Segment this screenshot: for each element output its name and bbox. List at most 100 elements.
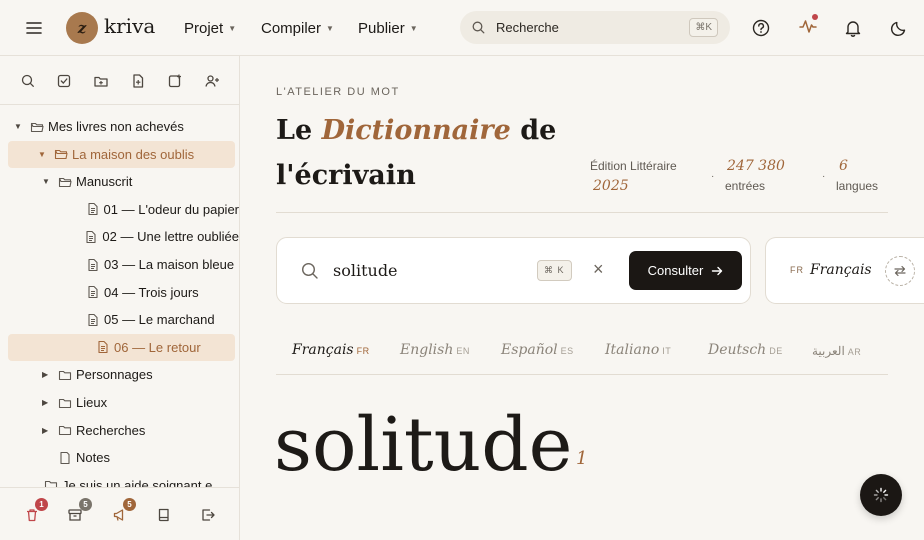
folder-plus-icon[interactable]	[93, 73, 109, 89]
search-icon	[301, 262, 319, 280]
tree-item-doc[interactable]: 05 — Le marchand	[0, 306, 239, 333]
archive-count-badge: 5	[79, 498, 92, 511]
note-plus-icon[interactable]	[167, 73, 183, 89]
tree-item-folder[interactable]: ▶ Recherches	[0, 417, 239, 444]
chevron-down-icon: ▼	[409, 24, 418, 33]
document-icon	[86, 313, 100, 327]
ai-assistant-fab[interactable]	[860, 474, 902, 516]
caret-down-icon[interactable]: ▼	[42, 177, 52, 186]
caret-down-icon[interactable]: ▼	[14, 122, 24, 131]
swap-languages-icon[interactable]	[885, 256, 915, 286]
book-icon[interactable]	[156, 507, 172, 523]
tree-item-folder[interactable]: ▶ Personnages	[0, 361, 239, 388]
folder-icon	[58, 396, 72, 410]
folder-icon	[58, 423, 72, 437]
tab-english[interactable]: English EN	[400, 342, 470, 358]
tab-italiano[interactable]: Italiano IT	[605, 342, 671, 358]
lookup-input[interactable]: solitude	[333, 261, 398, 280]
tree-item-label: 06 — Le retour	[114, 339, 201, 355]
search-shortcut-key: ⌘K	[689, 18, 718, 37]
tab-label: Français	[292, 342, 354, 358]
tree-item-label: Je suis un aide soignant e	[62, 477, 213, 487]
global-search-input[interactable]: Recherche ⌘K	[460, 11, 730, 44]
tree-item-folder[interactable]: Je suis un aide soignant e	[0, 472, 239, 487]
tab-label: Italiano	[605, 342, 660, 358]
tree-item-folder[interactable]: ▼ Mes livres non achevés	[0, 113, 239, 140]
tree-item-doc[interactable]: 03 — La maison bleue	[0, 251, 239, 278]
tree-item-folder[interactable]: ▶ Lieux	[0, 389, 239, 416]
announce-count-badge: 5	[123, 498, 136, 511]
user-plus-icon[interactable]	[204, 73, 220, 89]
trash-count-badge: 1	[35, 498, 48, 511]
note-icon	[58, 451, 72, 465]
languages-label: langues	[836, 179, 879, 193]
app-logo[interactable]: z	[66, 12, 98, 44]
chevron-down-icon: ▼	[326, 24, 334, 33]
tree-item-doc[interactable]: 02 — Une lettre oubliée	[0, 223, 239, 250]
edition-label: Édition Littéraire	[590, 159, 677, 173]
sidebar: ▼ Mes livres non achevés ▼ La maison des ou…	[0, 56, 240, 540]
menu-compiler[interactable]: Compiler ▼	[261, 20, 334, 37]
caret-down-icon[interactable]: ▼	[38, 150, 48, 159]
tab-code: AR	[847, 347, 862, 357]
tree-item-doc[interactable]: 04 — Trois jours	[0, 279, 239, 306]
tree-item-label: 02 — Une lettre oubliée	[102, 229, 239, 245]
divider	[276, 212, 888, 213]
tab-code: FR	[356, 346, 370, 356]
tree-item-note[interactable]: Notes	[0, 444, 239, 471]
consult-button-label: Consulter	[647, 263, 704, 278]
logo-letter: z	[77, 19, 87, 37]
tree-item-folder[interactable]: ▼ La maison des oublis	[8, 140, 235, 168]
dark-mode-moon-icon[interactable]	[889, 18, 909, 38]
task-check-icon[interactable]	[56, 73, 72, 89]
tree-item-label: 04 — Trois jours	[104, 284, 199, 300]
languages-count: 6	[839, 158, 848, 174]
search-icon[interactable]	[20, 73, 36, 89]
caret-right-icon[interactable]: ▶	[42, 370, 52, 379]
entries-meta: 247 380 entrées	[725, 156, 785, 196]
menu-projet[interactable]: Projet ▼	[184, 20, 236, 37]
tab-label: العربية	[812, 344, 845, 358]
menu-publier-label: Publier	[358, 20, 405, 37]
page-title: Le Dictionnaire de l'écrivain	[276, 108, 566, 198]
tab-deutsch[interactable]: Deutsch DE	[708, 342, 783, 358]
eyebrow: L'ATELIER DU MOT	[276, 86, 400, 98]
tree-item-label: Manuscrit	[76, 174, 133, 190]
meta-separator: ·	[822, 171, 826, 182]
app-name: kriva	[104, 14, 156, 38]
edition-year: 2025	[593, 178, 629, 194]
tree-item-label: Recherches	[76, 422, 146, 438]
tab-espanol[interactable]: Español ES	[501, 342, 574, 358]
bell-icon[interactable]	[843, 18, 863, 38]
folder-icon	[30, 120, 44, 134]
tree-item-folder[interactable]: ▼ Manuscrit	[0, 168, 239, 195]
tab-code: DE	[769, 346, 783, 356]
consult-button[interactable]: Consulter	[629, 251, 742, 290]
document-icon	[86, 202, 100, 216]
tree-item-doc[interactable]: 01 — L'odeur du papier	[0, 196, 239, 223]
logout-icon[interactable]	[200, 507, 216, 523]
chevron-down-icon: ▼	[228, 24, 237, 33]
meta-separator: ·	[711, 171, 715, 182]
entries-label: entrées	[725, 179, 766, 193]
source-language-name: Français	[810, 262, 872, 278]
clear-icon[interactable]: ×	[593, 259, 604, 280]
tab-francais[interactable]: Français FR	[292, 342, 370, 358]
menu-projet-label: Projet	[184, 20, 224, 37]
hamburger-menu-icon[interactable]	[22, 17, 46, 39]
document-icon	[86, 258, 100, 272]
edition-meta: Édition Littéraire 2025	[590, 156, 677, 196]
tree-item-doc[interactable]: 06 — Le retour	[8, 333, 235, 361]
help-icon[interactable]	[751, 18, 771, 38]
caret-right-icon[interactable]: ▶	[42, 398, 52, 407]
headword: solitude	[274, 402, 573, 488]
tree-item-label: Mes livres non achevés	[48, 119, 184, 134]
caret-right-icon[interactable]: ▶	[42, 426, 52, 435]
language-tabs: Français FR English EN Español ES Italiano I…	[276, 331, 888, 375]
folder-icon	[44, 478, 58, 487]
tab-arabic[interactable]: العربية AR	[812, 344, 861, 358]
file-plus-icon[interactable]	[130, 73, 146, 89]
menu-publier[interactable]: Publier ▼	[358, 20, 418, 37]
homograph-number: 1	[576, 448, 588, 469]
search-icon	[472, 21, 485, 34]
